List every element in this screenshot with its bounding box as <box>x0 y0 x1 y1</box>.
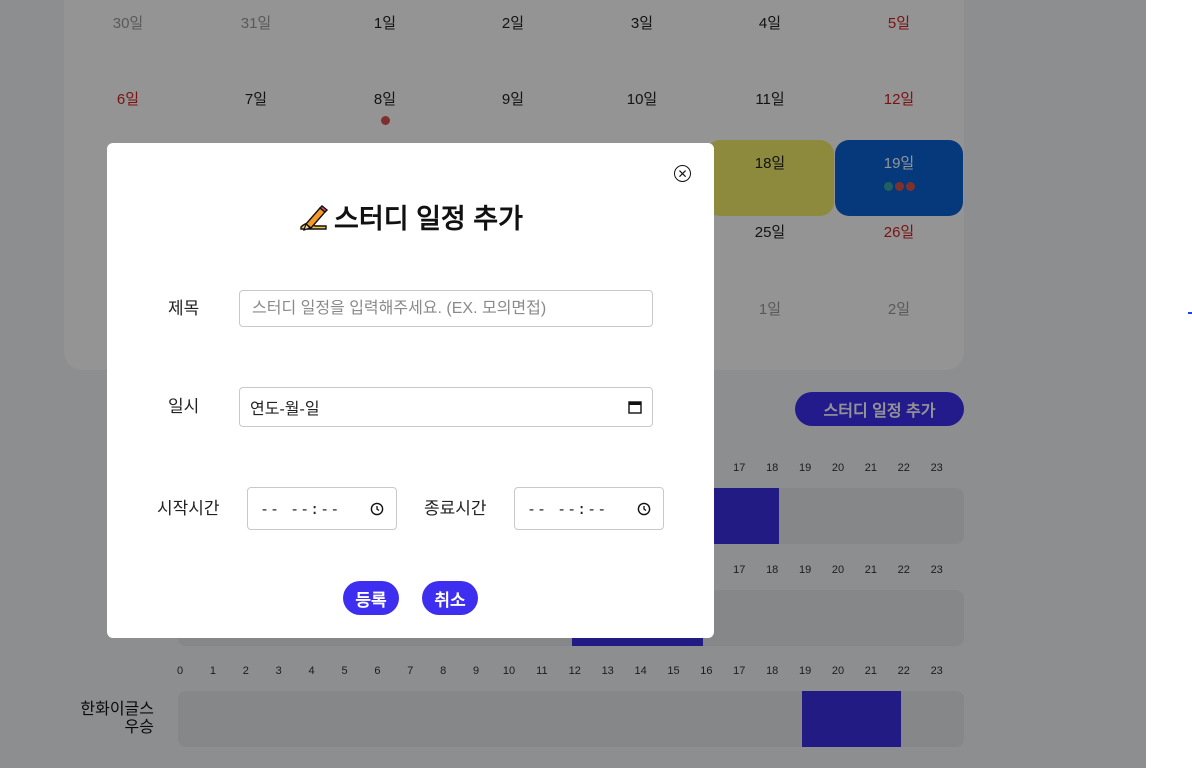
pencil-writing-icon <box>300 204 329 231</box>
add-study-modal: ✕ 스터디 일정 추가 제목 일시 연도-월-일 시작시간 -- --:-- <box>107 143 714 638</box>
end-time-label: 종료시간 <box>424 499 487 518</box>
modal-title: 스터디 일정 추가 <box>107 197 714 236</box>
page-background: 30일 31일 1일 2일 3일 4일 5일 6일 7일 8일 9일 10일 11일 12일 18일 19… <box>0 0 1146 768</box>
modal-title-text: 스터디 일정 추가 <box>334 204 523 234</box>
clock-icon[interactable] <box>370 502 384 516</box>
title-label: 제목 <box>168 299 200 318</box>
close-icon[interactable]: ✕ <box>674 165 691 182</box>
calendar-icon[interactable] <box>628 400 642 414</box>
end-time-value: -- --:-- <box>527 499 608 518</box>
date-value: 연도-월-일 <box>250 401 320 418</box>
clock-icon[interactable] <box>637 502 651 516</box>
start-time-label: 시작시간 <box>157 499 220 518</box>
edge-marker <box>1188 312 1192 314</box>
study-title-input[interactable] <box>239 290 653 327</box>
date-input[interactable]: 연도-월-일 <box>239 387 653 427</box>
cancel-button[interactable]: 취소 <box>422 581 478 615</box>
submit-button[interactable]: 등록 <box>343 581 399 615</box>
start-time-value: -- --:-- <box>260 499 341 518</box>
end-time-input[interactable]: -- --:-- <box>514 487 664 530</box>
date-label: 일시 <box>168 397 200 416</box>
start-time-input[interactable]: -- --:-- <box>247 487 397 530</box>
